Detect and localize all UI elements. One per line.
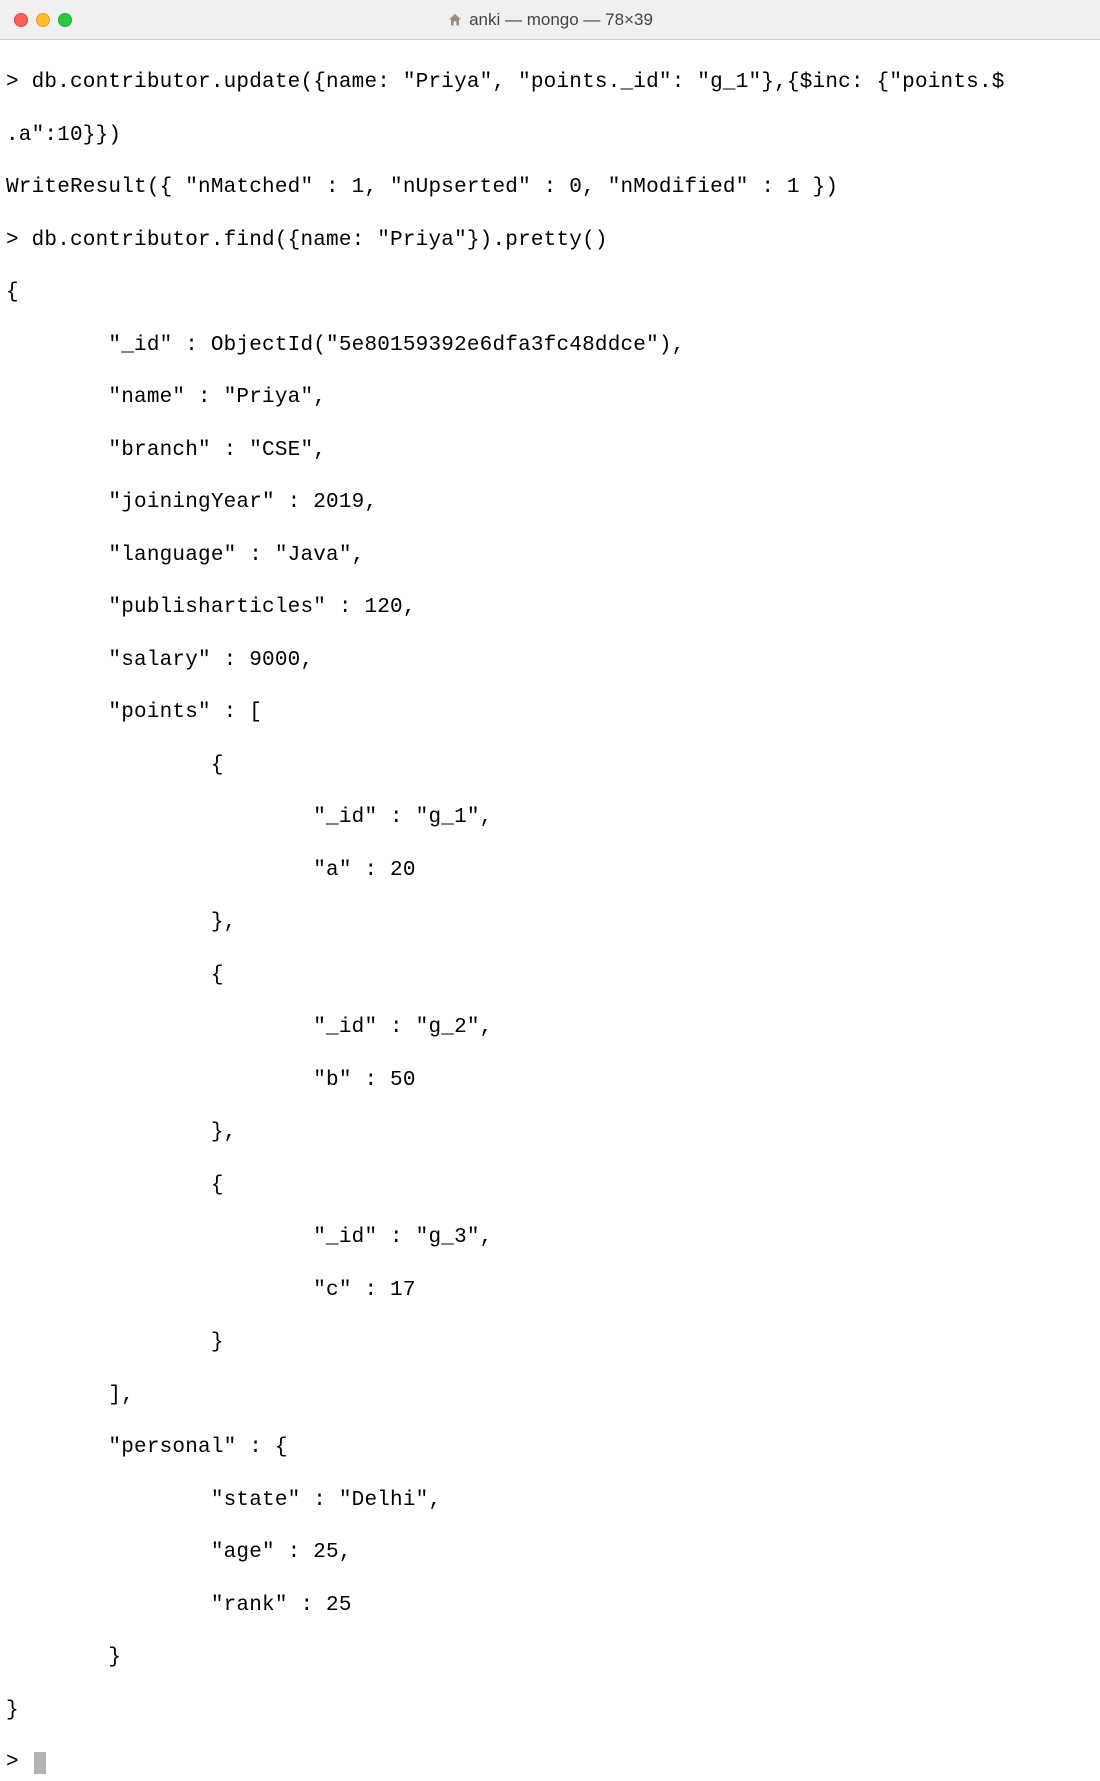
terminal-line: "state" : "Delhi", [6,1489,441,1512]
terminal-line: { [6,964,224,987]
terminal-line: "name" : "Priya", [6,386,326,409]
terminal-line: }, [6,1121,236,1144]
maximize-window-button[interactable] [58,13,72,27]
terminal-line: { [6,754,224,777]
terminal-line: "a" : 20 [6,859,416,882]
close-window-button[interactable] [14,13,28,27]
terminal-line: "_id" : ObjectId("5e80159392e6dfa3fc48dd… [6,334,685,357]
cursor-icon [34,1752,46,1774]
terminal-line: { [6,281,19,304]
terminal-line: "salary" : 9000, [6,649,313,672]
minimize-window-button[interactable] [36,13,50,27]
terminal-line: WriteResult({ "nMatched" : 1, "nUpserted… [6,176,838,199]
terminal-line: ], [6,1384,134,1407]
terminal-body[interactable]: > db.contributor.update({name: "Priya", … [0,40,1100,1781]
window-controls [0,13,72,27]
terminal-line: > db.contributor.find({name: "Priya"}).p… [6,229,608,252]
terminal-line: "_id" : "g_2", [6,1016,492,1039]
window-titlebar: anki — mongo — 78×39 [0,0,1100,40]
terminal-line: "language" : "Java", [6,544,364,567]
terminal-line: } [6,1646,121,1669]
terminal-line: "joiningYear" : 2019, [6,491,377,514]
terminal-line: } [6,1331,224,1354]
terminal-line: "personal" : { [6,1436,288,1459]
prompt-line[interactable]: > [6,1751,46,1774]
terminal-line: "points" : [ [6,701,262,724]
home-icon [447,12,463,28]
terminal-line: "publisharticles" : 120, [6,596,416,619]
terminal-line: "age" : 25, [6,1541,352,1564]
window-title: anki — mongo — 78×39 [469,10,653,30]
terminal-line: }, [6,911,236,934]
terminal-line: "b" : 50 [6,1069,416,1092]
terminal-line: > db.contributor.update({name: "Priya", … [6,71,1005,94]
prompt-text: > [6,1751,32,1774]
terminal-line: "_id" : "g_1", [6,806,492,829]
window-title-wrap: anki — mongo — 78×39 [0,10,1100,30]
terminal-line: "rank" : 25 [6,1594,352,1617]
terminal-line: "branch" : "CSE", [6,439,326,462]
terminal-line: } [6,1699,19,1722]
terminal-line: "c" : 17 [6,1279,416,1302]
terminal-line: .a":10}}) [6,124,121,147]
terminal-line: { [6,1174,224,1197]
terminal-line: "_id" : "g_3", [6,1226,492,1249]
